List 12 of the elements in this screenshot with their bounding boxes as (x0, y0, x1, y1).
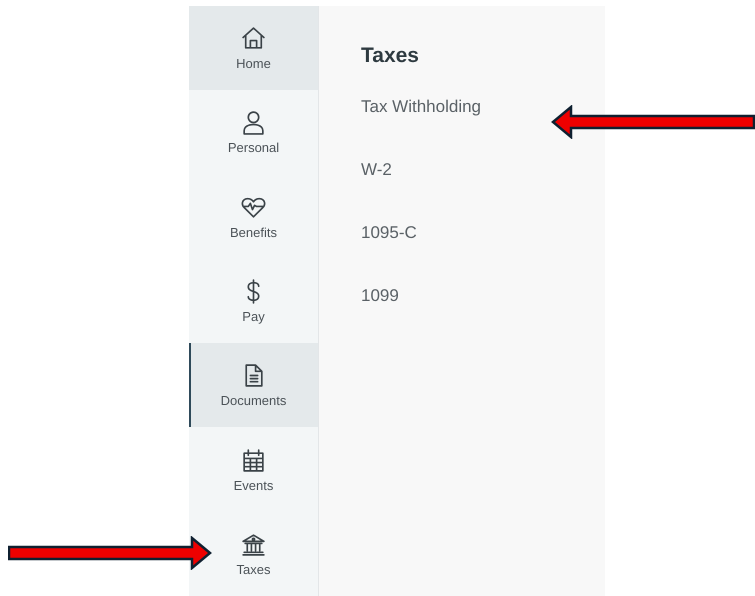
sidebar-item[interactable]: Documents (189, 343, 318, 428)
sidebar-item[interactable]: Events (189, 427, 318, 512)
sidebar-item[interactable]: Pay (189, 258, 318, 344)
sidebar-item[interactable]: Benefits (189, 174, 318, 259)
panel-title: Taxes (361, 44, 419, 68)
menu-link[interactable]: 1099 (361, 286, 399, 349)
menu-link[interactable]: 1095-C (361, 223, 417, 286)
sidebar-item[interactable]: Taxes (189, 512, 318, 596)
sidebar-item[interactable]: Home (189, 6, 318, 90)
menu-link[interactable]: W-2 (361, 160, 392, 223)
menu-link[interactable]: Tax Withholding (361, 97, 482, 160)
sidebar-item[interactable]: Personal (189, 90, 318, 175)
